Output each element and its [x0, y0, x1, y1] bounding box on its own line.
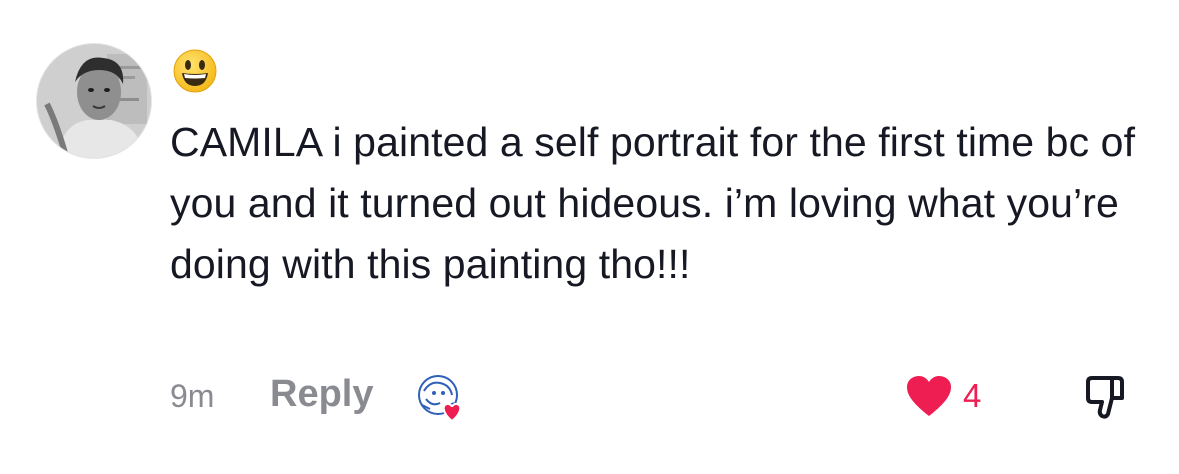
like-count: 4 — [963, 377, 982, 414]
user-avatar[interactable] — [36, 43, 152, 159]
heart-icon — [907, 376, 951, 416]
comment-item: CAMILA i painted a self portrait for the… — [0, 0, 1179, 474]
thumbs-down-icon[interactable] — [1082, 372, 1132, 422]
username-emoji-icon[interactable] — [172, 48, 218, 94]
avatar-image — [37, 44, 151, 158]
comment-text: CAMILA i painted a self portrait for the… — [170, 119, 1136, 287]
timestamp: 9m — [170, 378, 215, 414]
like-button[interactable]: 4 — [905, 373, 981, 419]
reply-button[interactable]: Reply — [270, 373, 373, 416]
comment-actions: 9m Reply 4 — [170, 370, 1150, 423]
creator-liked-badge-icon — [418, 375, 462, 423]
